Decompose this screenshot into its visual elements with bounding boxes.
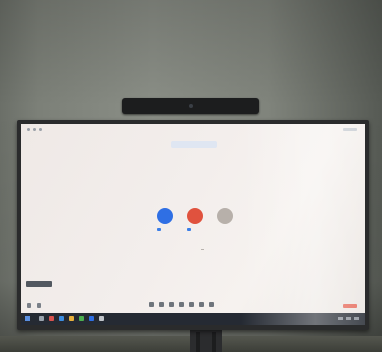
record-icon[interactable] [179,302,184,307]
tv-screen [21,124,365,325]
host-badge-icon [157,227,161,231]
window-control-icon[interactable] [33,128,36,131]
meeting-info-pill[interactable] [171,141,217,148]
reactions-icon[interactable] [189,302,194,307]
toolbar-center-group [149,302,214,307]
screen-glare [241,124,365,325]
app-icon[interactable] [59,316,64,321]
tv-stand-leg-left [196,332,200,352]
participants-icon[interactable] [159,302,164,307]
avatar-red[interactable] [187,208,203,224]
window-control-icon[interactable] [27,128,30,131]
video-icon[interactable] [37,303,41,308]
tv-monitor [17,120,369,330]
app-icon[interactable] [79,316,84,321]
webcam-bar-icon [122,98,259,114]
windows-start-icon[interactable] [25,316,30,321]
toolbar-left-group [27,303,41,308]
mouse-cursor-icon [201,249,204,250]
host-badge-icon [187,227,191,231]
avatar-blue[interactable] [157,208,173,224]
app-icon[interactable] [69,316,74,321]
mic-icon[interactable] [27,303,31,308]
chat-icon[interactable] [169,302,174,307]
status-notification [26,281,52,287]
app-icon[interactable] [49,316,54,321]
app-icon[interactable] [99,316,104,321]
participant-label [157,227,161,231]
tv-stand [190,330,222,352]
window-control-icon[interactable] [39,128,42,131]
participant-label [187,227,191,231]
more-icon[interactable] [209,302,214,307]
taskbar-apps [39,316,104,321]
search-icon[interactable] [39,316,44,321]
app-icon[interactable] [89,316,94,321]
apps-icon[interactable] [199,302,204,307]
tv-stand-leg-right [212,332,216,352]
share-icon[interactable] [149,302,154,307]
camera-lens [189,104,193,108]
avatar-photo[interactable] [217,208,233,224]
window-controls [27,128,42,131]
